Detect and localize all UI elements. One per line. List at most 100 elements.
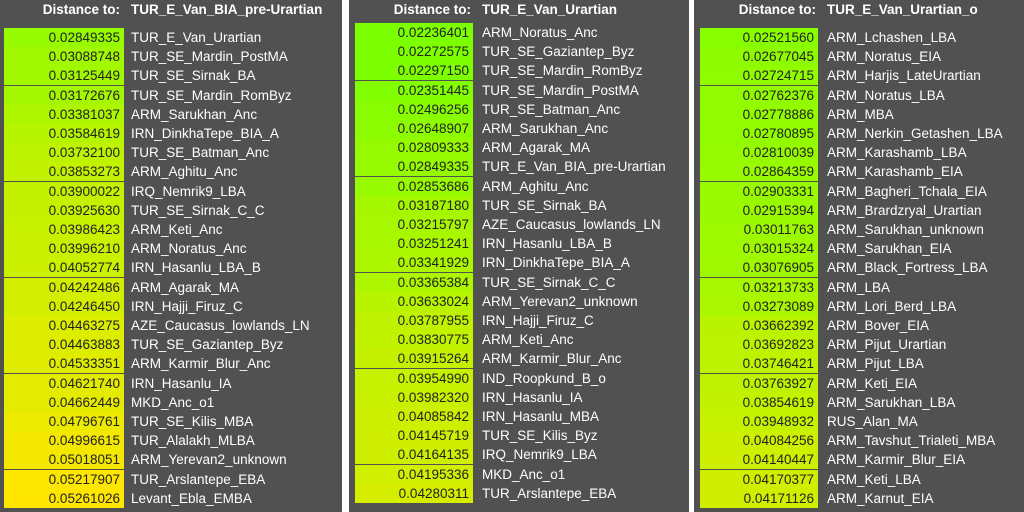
population-name: ARM_Lchashen_LBA	[827, 30, 957, 45]
distance-value: 0.04171126	[700, 488, 818, 508]
list-item: 0.03746421 ARM_Pijut_LBA	[694, 354, 1024, 374]
population-name: AZE_Caucasus_lowlands_LN	[482, 217, 661, 232]
distance-value: 0.03584619	[4, 124, 124, 143]
list-item: 0.03125449 TUR_SE_Sirnak_BA	[0, 66, 342, 86]
panel-header: Distance to: TUR_E_Van_BIA_pre-Urartian	[0, 0, 342, 20]
population-name: ARM_Karmir_Blur_Anc	[482, 351, 622, 367]
list-item: 0.03633024 ARM_Yerevan2_unknown	[349, 291, 689, 311]
population-name: TUR_SE_Kilis_Byz	[482, 428, 598, 444]
distance-value: 0.03273089	[700, 296, 818, 316]
population-name: MKD_Anc_o1	[131, 394, 215, 410]
population-name: ARM_MBA	[827, 106, 894, 122]
distance-to-label: Distance to:	[393, 2, 471, 17]
list-item: 0.03088748 TUR_SE_Mardin_PostMA	[0, 47, 342, 67]
list-item: 0.03853273 ARM_Aghitu_Anc	[0, 162, 342, 182]
list-item: 0.02864359 ARM_Karashamb_EIA	[694, 162, 1024, 182]
list-item: 0.03172676 TUR_SE_Mardin_RomByz	[0, 85, 342, 105]
list-item: 0.04140447 ARM_Karmir_Blur_EIA	[694, 450, 1024, 470]
list-item: 0.03986423 ARM_Keti_Anc	[0, 220, 342, 239]
list-item: 0.02297150 TUR_SE_Mardin_RomByz	[349, 61, 689, 81]
list-item: 0.04280311 TUR_Arslantepe_EBA	[349, 483, 689, 503]
population-name: ARM_Sarukhan_Anc	[482, 121, 609, 136]
list-item: 0.04463883 TUR_SE_Gaziantep_Byz	[0, 335, 342, 355]
population-name: ARM_Keti_Anc	[131, 222, 223, 237]
list-item: 0.04242486 ARM_Agarak_MA	[0, 277, 342, 297]
population-name: ARM_Karmir_Blur_Anc	[131, 356, 271, 372]
population-name: IRN_Hasanlu_MBA	[482, 409, 600, 424]
population-name: ARM_LBA	[827, 279, 891, 295]
list-item: 0.03584619 IRN_DinkhaTepe_BIA_A	[0, 124, 342, 143]
population-name: ARM_Aghitu_Anc	[131, 164, 238, 180]
distance-value: 0.03015324	[700, 239, 818, 259]
distance-value: 0.02236401	[355, 23, 473, 42]
population-name: ARM_Aghitu_Anc	[482, 178, 589, 194]
distance-value: 0.04796761	[4, 412, 124, 431]
population-name: TUR_SE_Mardin_PostMA	[482, 82, 639, 98]
distance-to-label: Distance to:	[42, 2, 120, 17]
distance-value: 0.04242486	[4, 277, 124, 297]
distance-value: 0.04085842	[355, 407, 473, 426]
list-item: 0.02915394 ARM_Brardzryal_Urartian	[694, 200, 1024, 220]
distance-panel-urartian-o: Distance to: TUR_E_Van_Urartian_o 0.0252…	[694, 0, 1024, 512]
distance-value: 0.03986423	[4, 220, 124, 239]
population-name: IRQ_Nemrik9_LBA	[131, 183, 246, 199]
population-name: ARM_Karashamb_LBA	[827, 145, 967, 161]
list-item: 0.04621740 IRN_Hasanlu_IA	[0, 373, 342, 393]
list-item: 0.03187180 TUR_SE_Sirnak_BA	[349, 195, 689, 215]
population-name: IRN_Hasanlu_IA	[131, 375, 232, 391]
list-item: 0.04170377 ARM_Keti_LBA	[694, 469, 1024, 489]
distance-value: 0.04662449	[4, 392, 124, 412]
list-item: 0.04996615 TUR_Alalakh_MLBA	[0, 431, 342, 451]
population-name: TUR_SE_Mardin_RomByz	[131, 87, 292, 103]
list-item: 0.03996210 ARM_Noratus_Anc	[0, 239, 342, 259]
population-name: ARM_Karmir_Blur_EIA	[827, 452, 966, 468]
list-item: 0.02724715 ARM_Harjis_LateUrartian	[694, 66, 1024, 86]
list-item: 0.03662392 ARM_Bover_EIA	[694, 316, 1024, 335]
list-item: 0.04164135 IRQ_Nemrik9_LBA	[349, 445, 689, 465]
target-population: TUR_E_Van_Urartian	[482, 2, 618, 17]
distance-value: 0.05261026	[4, 488, 124, 508]
distance-value: 0.04145719	[355, 426, 473, 446]
population-name: ARM_Keti_EIA	[827, 375, 918, 391]
list-item: 0.03854619 ARM_Sarukhan_LBA	[694, 392, 1024, 412]
distance-value: 0.03854619	[700, 392, 818, 412]
distance-value: 0.04052774	[4, 258, 124, 278]
population-name: ARM_Yerevan2_unknown	[131, 452, 287, 468]
list-item: 0.02521560 ARM_Lchashen_LBA	[694, 28, 1024, 47]
population-name: TUR_SE_Gaziantep_Byz	[482, 44, 635, 60]
distance-value: 0.03692823	[700, 335, 818, 355]
list-item: 0.02762376 ARM_Noratus_LBA	[694, 85, 1024, 105]
population-name: ARM_Bagheri_Tchala_EIA	[827, 183, 987, 199]
population-name: AZE_Caucasus_lowlands_LN	[131, 318, 310, 333]
distance-value: 0.03915264	[355, 349, 473, 369]
distance-value: 0.03172676	[4, 85, 124, 105]
population-name: ARM_Sarukhan_LBA	[827, 394, 956, 410]
population-name: TUR_SE_Gaziantep_Byz	[131, 337, 284, 353]
distance-value: 0.02864359	[700, 162, 818, 182]
list-item: 0.05261026 Levant_Ebla_EMBA	[0, 488, 342, 508]
list-item: 0.03830775 ARM_Keti_Anc	[349, 330, 689, 350]
list-item: 0.03982320 IRN_Hasanlu_IA	[349, 387, 689, 407]
list-item: 0.03365384 TUR_SE_Sirnak_C_C	[349, 272, 689, 292]
distance-value: 0.02849335	[355, 157, 473, 177]
distance-panel-urartian: Distance to: TUR_E_Van_Urartian 0.022364…	[349, 0, 689, 512]
distance-value: 0.03954990	[355, 368, 473, 388]
distance-value: 0.03011763	[700, 220, 818, 239]
population-name: ARM_Noratus_Anc	[482, 25, 598, 40]
distance-value: 0.02762376	[700, 85, 818, 105]
list-item: 0.03948932 RUS_Alan_MA	[694, 412, 1024, 431]
distance-value: 0.02297150	[355, 61, 473, 81]
distance-value: 0.03746421	[700, 354, 818, 374]
population-name: TUR_SE_Mardin_PostMA	[131, 49, 288, 65]
list-item: 0.02648907 ARM_Sarukhan_Anc	[349, 119, 689, 138]
list-item: 0.05217907 TUR_Arslantepe_EBA	[0, 469, 342, 489]
list-item: 0.03732100 TUR_SE_Batman_Anc	[0, 143, 342, 163]
distance-value: 0.02351445	[355, 80, 473, 100]
panel-header: Distance to: TUR_E_Van_Urartian	[349, 0, 689, 20]
list-item: 0.02849335 TUR_E_Van_BIA_pre-Urartian	[349, 157, 689, 177]
list-item: 0.04463275 AZE_Caucasus_lowlands_LN	[0, 316, 342, 335]
list-item: 0.03273089 ARM_Lori_Berd_LBA	[694, 296, 1024, 316]
distance-value: 0.04996615	[4, 431, 124, 451]
distance-value: 0.03633024	[355, 291, 473, 311]
population-name: ARM_Karashamb_EIA	[827, 164, 963, 180]
